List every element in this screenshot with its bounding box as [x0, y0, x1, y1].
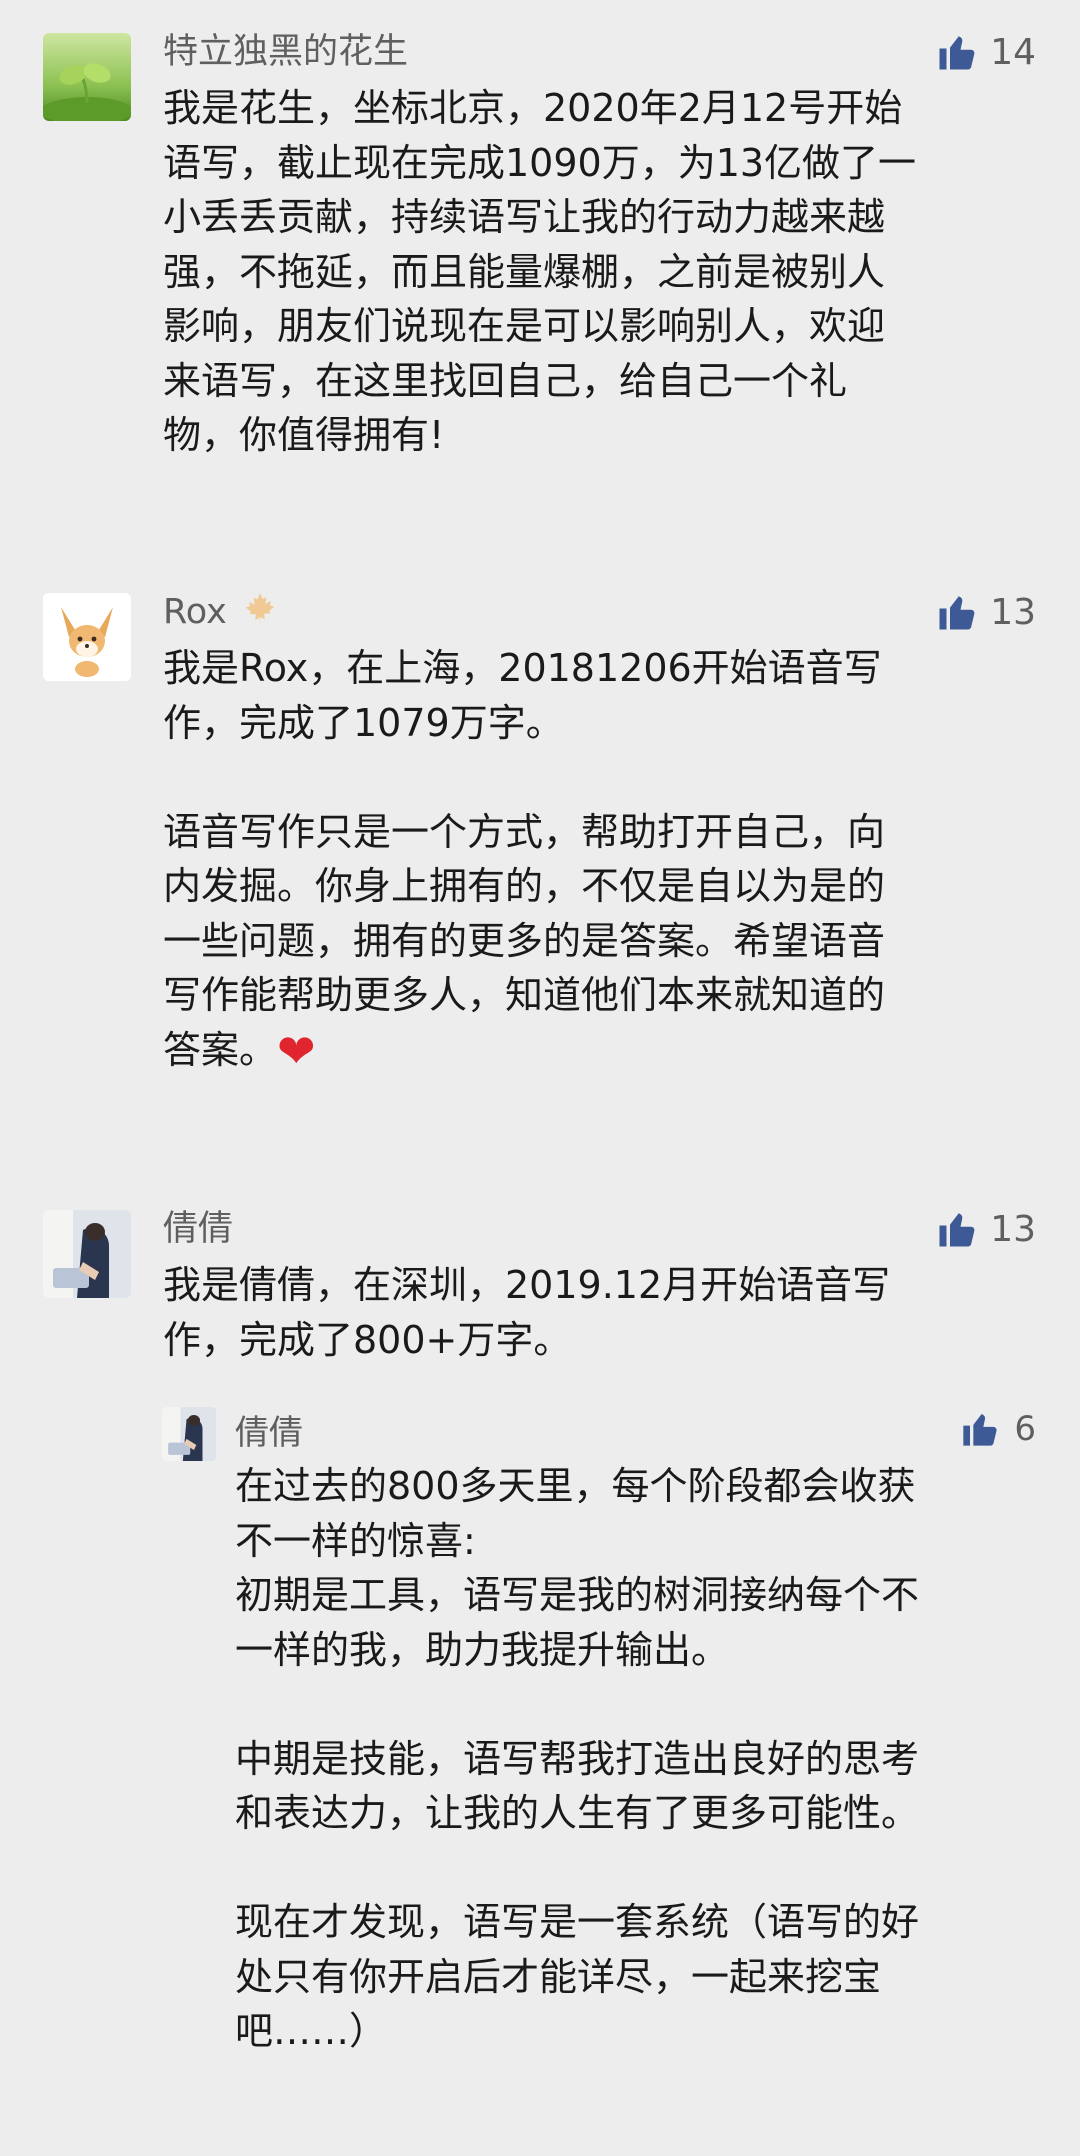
comment-line: 影响，朋友们说现在是可以影响别人，欢迎 — [163, 304, 886, 348]
comment-line: 语写，截止现在完成1090万，为13亿做了一 — [163, 140, 917, 185]
thumbs-up-icon — [963, 1414, 997, 1446]
reply-line: 初期是工具，语写是我的树洞接纳每个不 — [235, 1573, 920, 1617]
reply-line: 现在才发现，语写是一套系统（语写的好 — [235, 1900, 920, 1944]
comment-line: 物，你值得拥有! — [163, 413, 445, 457]
like-button[interactable]: 13 — [936, 588, 1036, 636]
thumbs-up-icon — [939, 596, 975, 630]
fox-avatar-icon — [43, 593, 131, 681]
person-photo-avatar-icon — [43, 1210, 131, 1298]
avatar[interactable] — [43, 593, 131, 681]
author-name-text: Rox — [163, 592, 227, 632]
reply-line: 和表达力，让我的人生有了更多可能性。 — [235, 1791, 920, 1835]
reply-line: 吧……） — [235, 2009, 388, 2053]
comment-line: ​ — [163, 750, 1043, 805]
comment-line: 我是Rox，在上海，20181206开始语音写 — [163, 646, 882, 690]
reply-line: 处只有你开启后才能详尽，一起来挖宝 — [235, 1954, 882, 1999]
thumbs-up-icon — [939, 1213, 975, 1247]
reply-avatar[interactable] — [162, 1407, 216, 1461]
like-count: 13 — [990, 591, 1036, 633]
comment-body: 我是倩倩，在深圳，2019.12月开始语音写 作，完成了800+万字。 — [163, 1258, 1043, 1367]
comment-line: 强，不拖延，而且能量爆棚，之前是被别人 — [163, 249, 886, 294]
comment-line: 内发掘。你身上拥有的，不仅是自以为是的 — [163, 864, 886, 908]
comment-line: 写作能帮助更多人，知道他们本来就知道的 — [163, 973, 886, 1017]
reply-line: 在过去的800多天里，每个阶段都会收获 — [235, 1464, 916, 1508]
comment-line: 语音写作只是一个方式，帮助打开自己，向 — [163, 809, 886, 854]
author-name[interactable]: 倩倩 — [163, 1207, 233, 1251]
comment-line-text: 答案。 — [163, 1027, 278, 1072]
reply-line: ​ — [235, 1677, 1055, 1732]
reply-line: ​ — [235, 1841, 1055, 1896]
reply-body: 在过去的800多天里，每个阶段都会收获 不一样的惊喜: 初期是工具，语写是我的树… — [235, 1459, 1055, 2059]
like-count: 14 — [990, 31, 1036, 73]
like-button[interactable]: 13 — [936, 1205, 1036, 1253]
author-name[interactable]: 特立独黑的花生 — [163, 30, 408, 74]
comment-item: Rox 13 我是Rox，在上海，20181206开始语音写 作，完成了1079… — [0, 560, 1080, 1160]
comment-line: 小丢丢贡献，持续语写让我的行动力越来越 — [163, 195, 886, 239]
comment-line: 答案。❤ — [163, 1023, 1043, 1079]
reply-like-button[interactable]: 6 — [960, 1409, 1036, 1449]
avatar[interactable] — [43, 1210, 131, 1298]
reply-line: 中期是技能，语写帮我打造出良好的思考 — [235, 1736, 920, 1781]
maple-leaf-icon — [241, 590, 279, 628]
author-name[interactable]: Rox — [163, 590, 279, 634]
like-button[interactable]: 14 — [936, 28, 1036, 76]
person-photo-avatar-icon — [162, 1407, 216, 1461]
comment-body: 我是花生，坐标北京，2020年2月12号开始 语写，截止现在完成1090万，为1… — [163, 81, 1043, 463]
avatar[interactable] — [43, 33, 131, 121]
comment-body: 我是Rox，在上海，20181206开始语音写 作，完成了1079万字。 ​ 语… — [163, 641, 1043, 1078]
sprout-avatar-icon — [43, 33, 131, 121]
comment-line: 作，完成了800+万字。 — [163, 1317, 572, 1362]
comment-line: 来语写，在这里找回自己，给自己一个礼 — [163, 358, 848, 403]
heart-emoji: ❤ — [277, 1023, 316, 1078]
comment-line: 我是花生，坐标北京，2020年2月12号开始 — [163, 86, 903, 130]
comment-line: 一些问题，拥有的更多的是答案。希望语音 — [163, 918, 886, 963]
reply-author-name[interactable]: 倩倩 — [235, 1411, 303, 1455]
comment-line: 作，完成了1079万字。 — [163, 700, 564, 745]
comment-item: 倩倩 13 我是倩倩，在深圳，2019.12月开始语音写 作，完成了800+万字… — [0, 1177, 1080, 2156]
comment-line: 我是倩倩，在深圳，2019.12月开始语音写 — [163, 1263, 891, 1307]
comment-item: 特立独黑的花生 14 我是花生，坐标北京，2020年2月12号开始 语写，截止现… — [0, 0, 1080, 560]
reply-line: 一样的我，助力我提升输出。 — [235, 1627, 730, 1672]
like-count: 13 — [990, 1208, 1036, 1250]
reply-like-count: 6 — [1014, 1409, 1036, 1449]
thumbs-up-icon — [939, 36, 975, 70]
reply-line: 不一样的惊喜: — [235, 1518, 476, 1563]
